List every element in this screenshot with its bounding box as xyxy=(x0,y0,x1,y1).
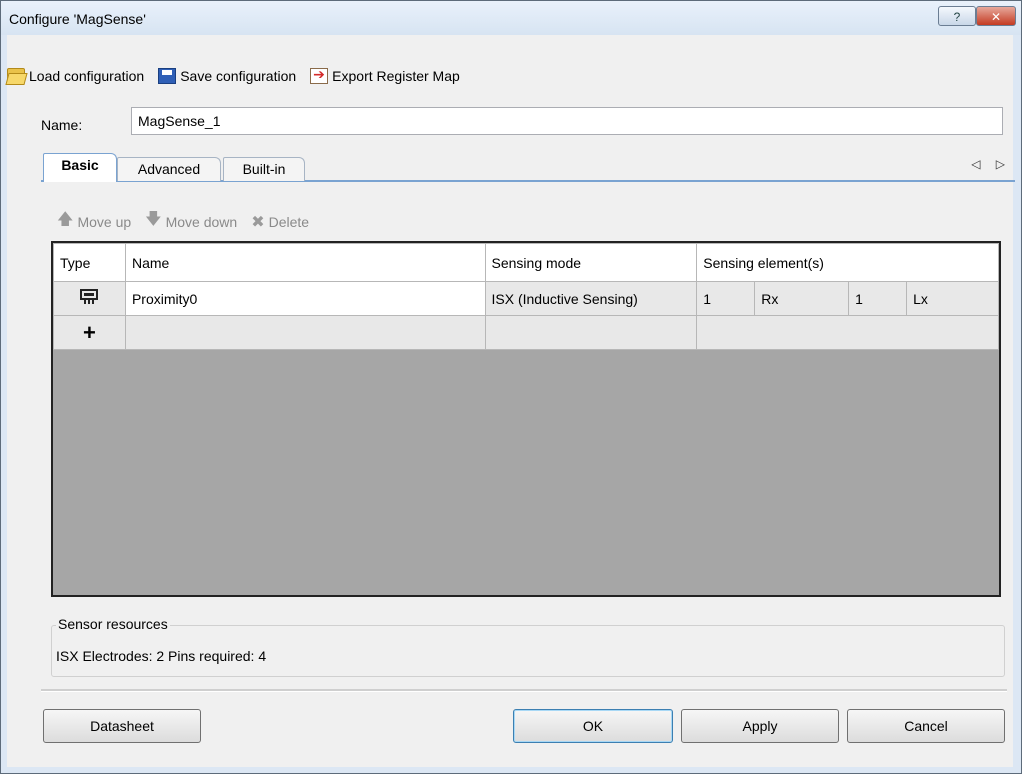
toolbar: Load configuration Save configuration Ex… xyxy=(7,63,474,89)
tab-basic[interactable]: Basic xyxy=(43,153,117,182)
move-up-button[interactable]: 🡅 Move up xyxy=(57,208,131,235)
load-configuration-label: Load configuration xyxy=(29,68,145,84)
tab-scroll-arrows[interactable]: ◁ ▷ xyxy=(971,157,1011,171)
widget-grid: Type Name Sensing mode Sensing element(s… xyxy=(51,241,1001,597)
dialog-content: Load configuration Save configuration Ex… xyxy=(7,35,1015,767)
column-header-type[interactable]: Type xyxy=(53,243,126,282)
proximity-sensor-icon xyxy=(80,289,99,304)
move-down-button[interactable]: 🡇 Move down xyxy=(145,208,237,235)
open-folder-icon xyxy=(7,68,25,84)
arrow-down-icon: 🡇 xyxy=(145,211,162,228)
add-row[interactable]: + xyxy=(53,315,999,350)
type-cell[interactable] xyxy=(53,281,126,316)
table-row[interactable]: Proximity0 ISX (Inductive Sensing) 1 Rx … xyxy=(53,281,999,316)
add-widget-button[interactable]: + xyxy=(53,315,126,350)
tab-strip: Basic Advanced Built-in ◁ ▷ xyxy=(41,153,1015,182)
column-header-sensing-mode[interactable]: Sensing mode xyxy=(484,243,698,282)
save-configuration-label: Save configuration xyxy=(180,68,297,84)
column-header-name[interactable]: Name xyxy=(124,243,486,282)
export-icon xyxy=(310,66,329,84)
datasheet-button[interactable]: Datasheet xyxy=(43,709,201,743)
tab-built-in[interactable]: Built-in xyxy=(223,157,305,181)
divider xyxy=(41,689,1007,692)
delete-x-icon: ✖ xyxy=(251,213,265,231)
sensor-resources-group: Sensor resources ISX Electrodes: 2 Pins … xyxy=(51,616,1005,677)
sensor-resources-summary: ISX Electrodes: 2 Pins required: 4 xyxy=(56,648,267,664)
help-button[interactable]: ? xyxy=(938,6,976,26)
delete-button[interactable]: ✖ Delete xyxy=(251,212,309,232)
rx-label-cell[interactable]: Rx xyxy=(754,281,850,316)
widget-name-cell[interactable]: Proximity0 xyxy=(124,281,486,316)
save-configuration-button[interactable]: Save configuration xyxy=(158,68,296,84)
ok-button[interactable]: OK xyxy=(513,709,673,743)
sensing-mode-cell[interactable]: ISX (Inductive Sensing) xyxy=(484,281,698,316)
move-down-label: Move down xyxy=(165,213,238,230)
name-input[interactable] xyxy=(131,107,1003,135)
configure-dialog: Configure 'MagSense' ? ✕ Load configurat… xyxy=(0,0,1022,774)
floppy-disk-icon xyxy=(158,68,177,84)
rx-count-cell[interactable]: 1 xyxy=(696,281,756,316)
arrow-up-icon: 🡅 xyxy=(57,211,74,228)
apply-button[interactable]: Apply xyxy=(681,709,839,743)
empty-cell xyxy=(124,315,486,350)
window-title: Configure 'MagSense' xyxy=(9,11,146,27)
move-up-label: Move up xyxy=(77,213,132,230)
export-register-map-button[interactable]: Export Register Map xyxy=(310,66,460,84)
widget-table: Type Name Sensing mode Sensing element(s… xyxy=(53,243,999,350)
tab-advanced[interactable]: Advanced xyxy=(117,157,221,181)
name-label: Name: xyxy=(41,117,83,133)
load-configuration-button[interactable]: Load configuration xyxy=(7,68,144,84)
export-register-map-label: Export Register Map xyxy=(332,68,460,84)
close-button[interactable]: ✕ xyxy=(976,6,1016,26)
lx-label-cell[interactable]: Lx xyxy=(906,281,999,316)
column-header-sensing-elements[interactable]: Sensing element(s) xyxy=(696,243,999,282)
title-bar: Configure 'MagSense' ? ✕ xyxy=(1,1,1021,35)
empty-cell xyxy=(696,315,999,350)
empty-cell xyxy=(484,315,698,350)
delete-label: Delete xyxy=(268,213,310,230)
sensor-resources-legend: Sensor resources xyxy=(56,616,170,632)
lx-count-cell[interactable]: 1 xyxy=(848,281,908,316)
cancel-button[interactable]: Cancel xyxy=(847,709,1005,743)
row-actions: 🡅 Move up 🡇 Move down ✖ Delete xyxy=(57,208,323,235)
grid-header-row: Type Name Sensing mode Sensing element(s… xyxy=(53,243,999,282)
